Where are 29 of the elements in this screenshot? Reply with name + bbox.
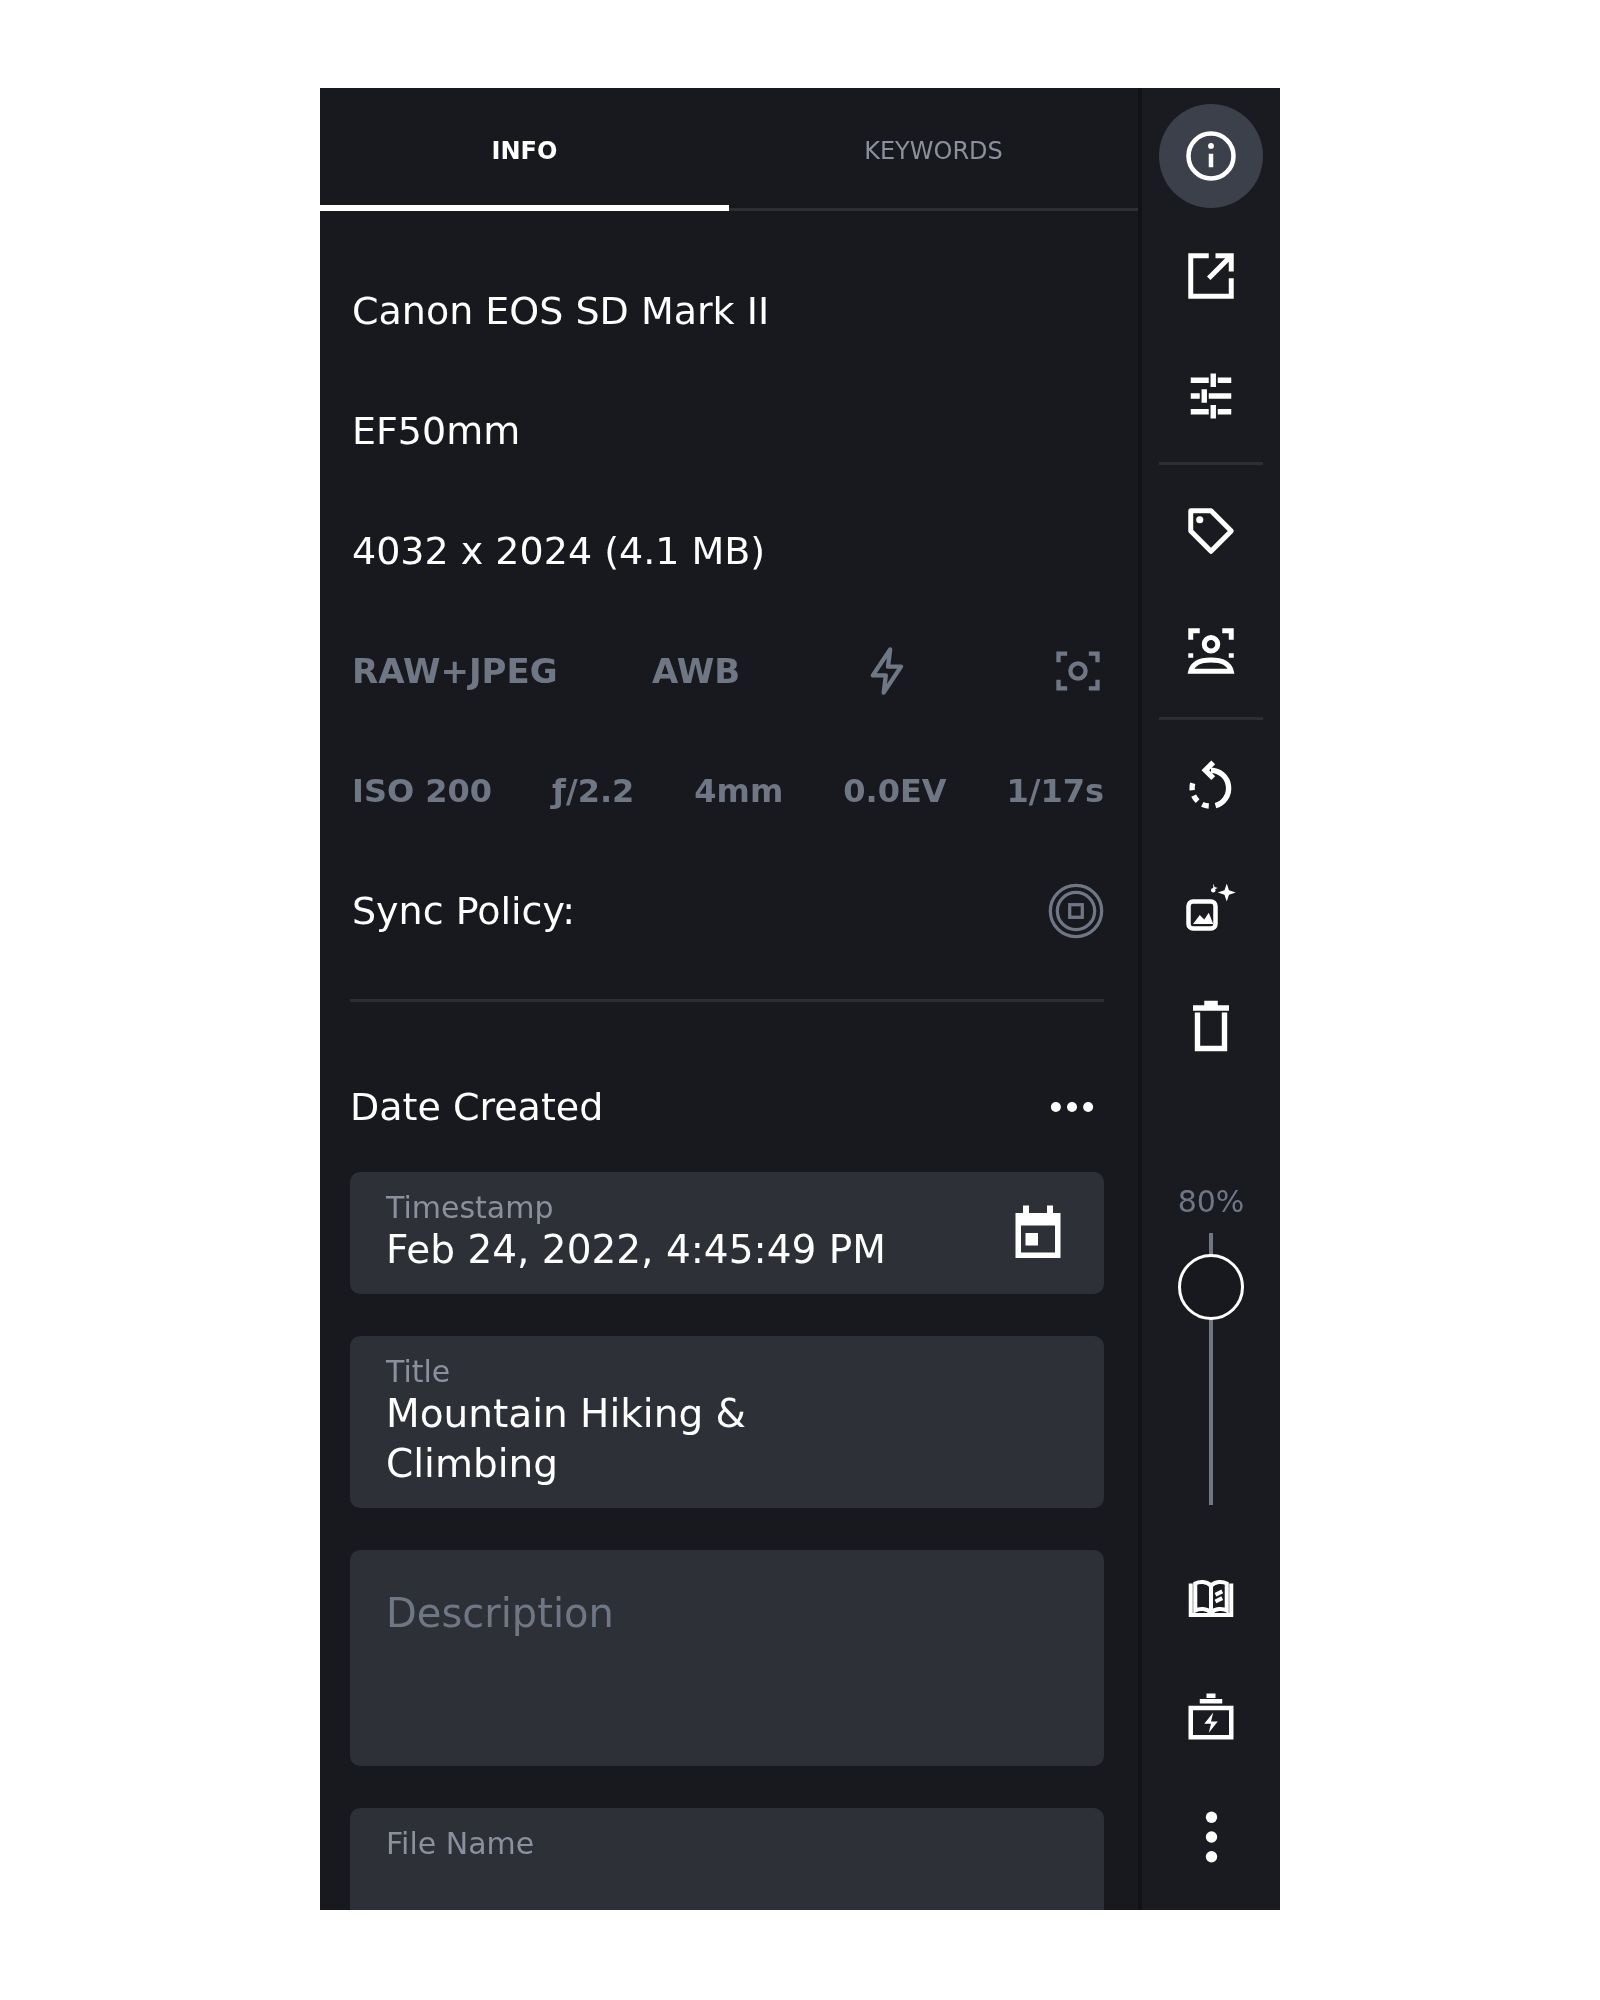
more-vertical-icon bbox=[1204, 1811, 1218, 1863]
text-field[interactable]: File Name bbox=[350, 1808, 1104, 1910]
exposure-text: 1/17s bbox=[1006, 772, 1104, 810]
tab[interactable]: INFO bbox=[320, 88, 729, 211]
sync-policy-label: Sync Policy: bbox=[352, 889, 575, 933]
detail-text: 4032 x 2024 (4.1 MB) bbox=[351, 528, 767, 575]
field-label: Timestamp bbox=[386, 1190, 555, 1225]
text-field[interactable]: Title Mountain Hiking & Climbing bbox=[350, 1335, 1104, 1509]
info-icon bbox=[1184, 129, 1238, 183]
capture-text: RAW+JPEG bbox=[352, 651, 559, 691]
exposure-text: ISO 200 bbox=[352, 772, 493, 810]
field-label: File Name bbox=[386, 1826, 535, 1862]
sync-status-icon[interactable] bbox=[1048, 883, 1104, 939]
field-value: Feb 24, 2022, 4:45:49 PM bbox=[386, 1226, 886, 1274]
section-title: Date Created bbox=[350, 1085, 604, 1129]
timestamp-field[interactable]: Timestamp Feb 24, 2022, 4:45:49 PM bbox=[350, 1172, 1104, 1294]
capture-text: AWB bbox=[652, 651, 742, 691]
zoom-reading: 80% bbox=[1177, 1184, 1245, 1219]
description-field[interactable]: Description bbox=[350, 1550, 1104, 1767]
detail-text: EF50mm bbox=[351, 408, 522, 455]
field-value: Mountain Hiking & Climbing bbox=[386, 1389, 747, 1489]
exposure-text: 0.0EV bbox=[843, 772, 947, 810]
more-icon[interactable] bbox=[1050, 1101, 1094, 1113]
tab[interactable]: KEYWORDS bbox=[729, 88, 1138, 211]
field-label: Title bbox=[386, 1353, 452, 1389]
zoom-slider[interactable] bbox=[1178, 1233, 1244, 1505]
detail-text: Canon EOS SD Mark II bbox=[351, 288, 771, 335]
exposure-text: ƒ/2.2 bbox=[552, 772, 635, 810]
exposure-text: 4mm bbox=[694, 772, 784, 810]
